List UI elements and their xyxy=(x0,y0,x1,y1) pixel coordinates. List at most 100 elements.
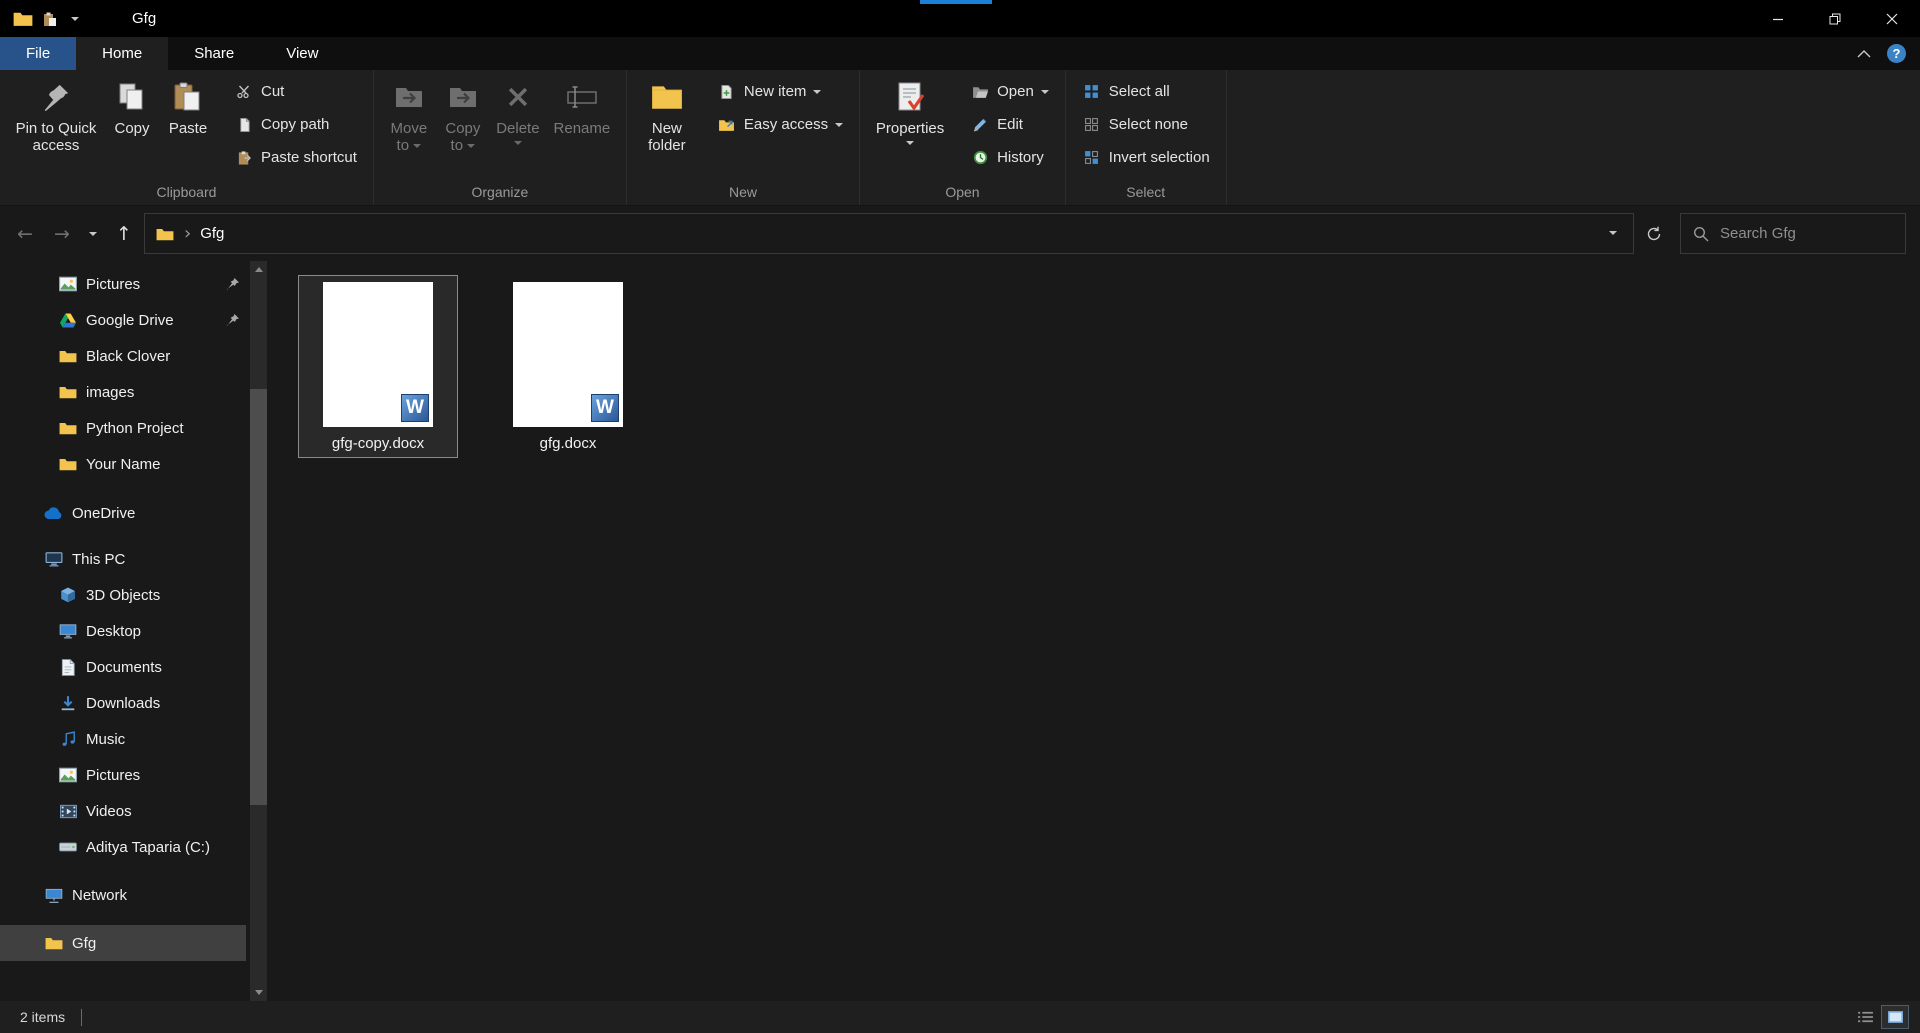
organize-group-label: Organize xyxy=(471,184,529,200)
quick-access-toolbar-paste-icon[interactable] xyxy=(36,11,64,27)
status-bar: 2 items xyxy=(0,1001,1920,1033)
select-all-button[interactable]: Select all xyxy=(1074,75,1218,108)
edit-button[interactable]: Edit xyxy=(962,108,1057,141)
sidebar-item-google-drive[interactable]: Google Drive xyxy=(0,302,246,338)
sidebar-item-videos[interactable]: Videos xyxy=(0,793,246,829)
collapse-ribbon-icon[interactable] xyxy=(1857,45,1871,63)
scrollbar-up-icon[interactable] xyxy=(250,261,267,278)
sidebar-item-3d-objects[interactable]: 3D Objects xyxy=(0,577,246,613)
label: Copy to xyxy=(445,120,481,155)
sidebar-item-images[interactable]: images xyxy=(0,374,246,410)
dropdown-caret-icon xyxy=(835,122,844,127)
copy-path-button[interactable]: Copy path xyxy=(226,108,365,141)
ribbon: Pin to Quick access Copy Paste Cut Copy … xyxy=(0,70,1920,206)
large-icons-view-button[interactable] xyxy=(1881,1005,1909,1029)
file-item[interactable]: W gfg-copy.docx xyxy=(298,275,458,458)
new-group-label: New xyxy=(728,184,757,200)
new-folder-button[interactable]: New folder xyxy=(635,73,699,159)
paste-icon xyxy=(169,77,207,117)
paste-button[interactable]: Paste xyxy=(160,73,216,141)
copy-path-icon xyxy=(234,117,254,133)
restore-button[interactable] xyxy=(1806,0,1863,37)
cut-button[interactable]: Cut xyxy=(226,75,365,108)
select-all-icon xyxy=(1082,84,1102,99)
sidebar-item-documents[interactable]: Documents xyxy=(0,649,246,685)
rename-button[interactable]: Rename xyxy=(546,73,618,141)
pin-to-quick-access-button[interactable]: Pin to Quick access xyxy=(8,73,104,159)
invert-selection-button[interactable]: Invert selection xyxy=(1074,141,1218,174)
address-dropdown-icon[interactable] xyxy=(1603,225,1623,243)
copy-to-button[interactable]: Copy to xyxy=(436,73,490,159)
new-item-button[interactable]: New item xyxy=(709,75,851,108)
copy-button[interactable]: Copy xyxy=(104,73,160,141)
forward-button[interactable]: → xyxy=(45,217,79,251)
ribbon-group-organize: Move to Copy to Delete Rename Organize xyxy=(374,70,627,205)
sidebar-item-music[interactable]: Music xyxy=(0,721,246,757)
label: Aditya Taparia (C:) xyxy=(86,838,210,856)
select-none-icon xyxy=(1082,117,1102,132)
easy-access-button[interactable]: Easy access xyxy=(709,108,851,141)
sidebar-item-your-name[interactable]: Your Name xyxy=(0,446,246,482)
label: Invert selection xyxy=(1108,149,1210,166)
sidebar-item-pictures[interactable]: Pictures xyxy=(0,757,246,793)
tab-share[interactable]: Share xyxy=(168,37,260,70)
pin-icon xyxy=(226,313,240,327)
close-button[interactable] xyxy=(1863,0,1920,37)
sidebar-item-c-drive[interactable]: Aditya Taparia (C:) xyxy=(0,829,246,865)
invert-selection-icon xyxy=(1082,150,1102,165)
breadcrumb-path[interactable]: Gfg xyxy=(200,225,224,242)
sidebar-scrollbar[interactable] xyxy=(250,261,267,1001)
properties-button[interactable]: Properties xyxy=(868,73,952,149)
label: Copy path xyxy=(261,116,330,133)
sidebar-item-desktop[interactable]: Desktop xyxy=(0,613,246,649)
ribbon-group-new: New folder New item Easy access New xyxy=(627,70,861,205)
sidebar-item-onedrive[interactable]: OneDrive xyxy=(0,495,246,531)
downloads-icon xyxy=(58,695,78,711)
cut-icon xyxy=(234,84,254,100)
caption-buttons xyxy=(1749,0,1920,37)
tab-home[interactable]: Home xyxy=(76,37,169,70)
move-to-button[interactable]: Move to xyxy=(382,73,436,159)
search-input[interactable] xyxy=(1720,225,1919,242)
details-view-button[interactable] xyxy=(1852,1006,1878,1028)
explorer-app-icon[interactable] xyxy=(10,11,36,27)
search-box[interactable] xyxy=(1680,213,1919,254)
delete-button[interactable]: Delete xyxy=(490,73,546,149)
select-none-button[interactable]: Select none xyxy=(1074,108,1218,141)
tab-view[interactable]: View xyxy=(260,37,344,70)
rename-icon xyxy=(563,77,601,117)
sidebar-item-pictures-quick[interactable]: Pictures xyxy=(0,266,246,302)
clipboard-group-label: Clipboard xyxy=(156,184,217,200)
label: Documents xyxy=(86,658,162,676)
window-title: Gfg xyxy=(132,10,157,27)
history-button[interactable]: History xyxy=(962,141,1057,174)
google-drive-icon xyxy=(58,313,78,328)
label: Copy xyxy=(114,120,150,137)
open-icon xyxy=(970,84,990,99)
sidebar-item-downloads[interactable]: Downloads xyxy=(0,685,246,721)
pin-icon xyxy=(226,277,240,291)
sidebar-item-network[interactable]: Network xyxy=(0,877,246,913)
help-icon[interactable]: ? xyxy=(1887,44,1906,63)
tab-file[interactable]: File xyxy=(0,37,77,70)
up-button[interactable]: ↑ xyxy=(107,217,141,251)
sidebar-item-gfg[interactable]: Gfg xyxy=(0,925,246,961)
breadcrumb-chevron-icon: › xyxy=(184,223,192,244)
sidebar-item-this-pc[interactable]: This PC xyxy=(0,541,246,577)
paste-shortcut-button[interactable]: Paste shortcut xyxy=(226,141,365,174)
address-bar[interactable]: › Gfg xyxy=(144,213,1634,254)
sidebar-item-python-project[interactable]: Python Project xyxy=(0,410,246,446)
open-button[interactable]: Open xyxy=(962,75,1057,108)
qat-dropdown-icon[interactable] xyxy=(64,16,86,21)
scrollbar-down-icon[interactable] xyxy=(250,984,267,1001)
label: Downloads xyxy=(86,694,161,712)
back-button[interactable]: ← xyxy=(8,217,42,251)
scrollbar-thumb[interactable] xyxy=(250,389,267,805)
refresh-button[interactable] xyxy=(1637,217,1671,251)
minimize-button[interactable] xyxy=(1749,0,1806,37)
file-item[interactable]: W gfg.docx xyxy=(488,275,648,458)
label: Easy access xyxy=(743,116,829,133)
recent-locations-dropdown-icon[interactable] xyxy=(82,217,104,251)
label: Pictures xyxy=(86,275,141,293)
sidebar-item-black-clover[interactable]: Black Clover xyxy=(0,338,246,374)
